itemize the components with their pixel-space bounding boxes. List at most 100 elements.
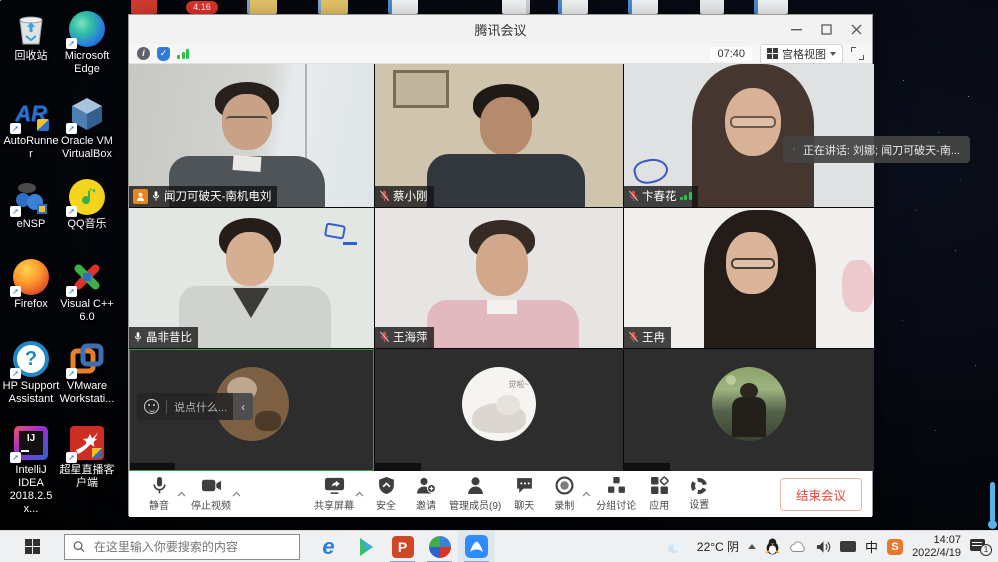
mic-muted-icon: [628, 331, 639, 343]
participant-label: 闻刀可破天-南机电刘: [129, 186, 277, 207]
taskbar-tencent-meeting-icon[interactable]: [458, 531, 495, 562]
autorunner-icon: AR ➚: [11, 95, 51, 133]
breakout-rooms-button[interactable]: 分组讨论: [593, 472, 639, 516]
desktop-icon-chaoxing-live[interactable]: ➚ 超星直播客户端: [58, 424, 116, 490]
security-shield-icon[interactable]: ✓: [157, 47, 170, 61]
date-badge: 4.16: [186, 1, 218, 14]
collapse-chevron-icon[interactable]: ‹: [233, 393, 253, 420]
video-tile[interactable]: 蔡小刚: [375, 64, 623, 207]
meeting-info-icon[interactable]: i: [137, 47, 150, 60]
mic-on-icon: [133, 331, 143, 343]
minimize-button[interactable]: [790, 24, 802, 36]
video-tile[interactable]: 王冉: [624, 208, 874, 348]
maximize-button[interactable]: [820, 24, 832, 36]
chat-input-placeholder[interactable]: 说点什么...: [174, 399, 227, 415]
background-icon-fragment: [318, 0, 348, 14]
desktop-icon-label: 回收站: [2, 50, 60, 63]
desktop-icon-qq-music[interactable]: ➚ QQ音乐: [58, 178, 116, 231]
participant-label-clipped: [129, 463, 175, 471]
invite-button[interactable]: 邀请: [406, 472, 446, 516]
background-icon-fragment: [754, 0, 788, 14]
close-button[interactable]: [850, 24, 862, 36]
chat-button[interactable]: 聊天: [504, 472, 544, 516]
taskbar-powerpoint-icon[interactable]: P: [384, 531, 421, 562]
grid-view-icon: [767, 48, 778, 59]
weather-text[interactable]: 22°C 阴: [697, 538, 739, 555]
video-tile[interactable]: 王海萍: [375, 208, 623, 348]
mic-icon: [151, 476, 168, 495]
share-options-caret[interactable]: [354, 472, 364, 516]
notification-center-button[interactable]: 1: [970, 538, 992, 556]
network-signal-icon: [680, 192, 692, 200]
video-tile-self[interactable]: 说点什么... ‹: [129, 349, 374, 471]
shortcut-arrow-icon: ➚: [66, 123, 77, 134]
device-icon[interactable]: [840, 541, 856, 552]
host-badge-icon: [133, 189, 148, 204]
ime-indicator[interactable]: 中: [865, 537, 878, 556]
chevron-down-icon: [830, 52, 836, 56]
clock-date: 2022/4/19: [912, 547, 961, 560]
view-selector[interactable]: 宫格视图: [760, 44, 843, 64]
desktop-icon-edge[interactable]: ➚ Microsoft Edge: [58, 10, 116, 76]
taskbar-tencent-video-icon[interactable]: [347, 531, 384, 562]
video-tile[interactable]: 闻刀可破天-南机电刘: [129, 64, 374, 207]
meeting-infobar: i ✓ 07:40 宫格视图: [129, 44, 872, 64]
shortcut-arrow-icon: ➚: [66, 38, 77, 49]
desktop-icon-visual-cpp[interactable]: ➚ Visual C++ 6.0: [58, 258, 116, 324]
intellij-icon: IJ ➚: [11, 424, 51, 462]
video-tile[interactable]: 晶非昔比: [129, 208, 374, 348]
cloud-sync-icon[interactable]: [789, 541, 807, 553]
network-signal-icon[interactable]: [177, 49, 189, 59]
desktop-icon-virtualbox[interactable]: ➚ Oracle VM VirtualBox: [58, 95, 116, 161]
taskbar-clock[interactable]: 14:07 2022/4/19: [912, 534, 961, 559]
record-button[interactable]: 录制: [544, 472, 584, 516]
desktop-icon-recycle-bin[interactable]: 回收站: [2, 10, 60, 63]
desktop-icon-firefox[interactable]: ➚ Firefox: [2, 258, 60, 311]
mute-button[interactable]: 静音: [139, 472, 179, 516]
mute-options-caret[interactable]: [176, 472, 186, 516]
search-icon: [73, 540, 85, 553]
security-button[interactable]: 安全: [366, 472, 406, 516]
stop-video-button[interactable]: 停止视频: [188, 472, 234, 516]
colorful-blocks-icon: [429, 536, 451, 558]
gear-icon: [691, 478, 707, 494]
emoji-icon[interactable]: [144, 399, 159, 414]
participant-name: 王冉: [642, 329, 665, 345]
desktop-icon-intellij[interactable]: IJ ➚ IntelliJ IDEA 2018.2.5 x...: [2, 424, 60, 516]
weather-cloud-icon[interactable]: [666, 540, 688, 554]
sogou-icon[interactable]: S: [887, 539, 903, 555]
search-input[interactable]: [92, 539, 291, 555]
participant-name: 王海萍: [393, 329, 428, 345]
qq-penguin-icon[interactable]: [765, 538, 780, 555]
settings-button[interactable]: 设置: [679, 472, 719, 516]
manage-members-button[interactable]: 管理成员(9): [446, 472, 504, 516]
mic-muted-icon: [379, 190, 390, 202]
speaker-icon[interactable]: [816, 540, 831, 554]
windows-logo-icon: [25, 539, 40, 554]
desktop-icon-hp-support[interactable]: ? ➚ HP Support Assistant: [2, 340, 60, 406]
vmware-icon: ➚: [67, 340, 107, 378]
avatar: [712, 367, 786, 441]
taskbar-colorful-app-icon[interactable]: [421, 531, 458, 562]
video-tile[interactable]: [624, 349, 874, 471]
hidden-icons-chevron[interactable]: [748, 544, 756, 549]
annotation-slider[interactable]: [990, 482, 995, 522]
background-icon-fragment: [388, 0, 418, 14]
desktop-icon-ensp[interactable]: ➚ eNSP: [2, 178, 60, 231]
window-titlebar[interactable]: 腾讯会议: [129, 15, 872, 44]
apps-button[interactable]: 应用: [639, 472, 679, 516]
video-tile[interactable]: 觉啦~: [375, 349, 623, 471]
edge-icon: ➚: [67, 10, 107, 48]
fullscreen-icon[interactable]: [851, 47, 864, 60]
chat-quick-input[interactable]: 说点什么... ‹: [137, 393, 253, 420]
start-button[interactable]: [0, 531, 64, 562]
taskbar-search[interactable]: [64, 534, 300, 560]
shield-icon: [378, 476, 395, 495]
record-options-caret[interactable]: [581, 472, 591, 516]
taskbar-ie-icon[interactable]: e: [310, 531, 347, 562]
share-screen-button[interactable]: 共享屏幕: [311, 472, 357, 516]
desktop-icon-vmware[interactable]: ➚ VMware Workstati...: [58, 340, 116, 406]
end-meeting-button[interactable]: 结束会议: [780, 478, 862, 511]
video-options-caret[interactable]: [231, 472, 241, 516]
desktop-icon-autorunner[interactable]: AR ➚ AutoRunner: [2, 95, 60, 161]
